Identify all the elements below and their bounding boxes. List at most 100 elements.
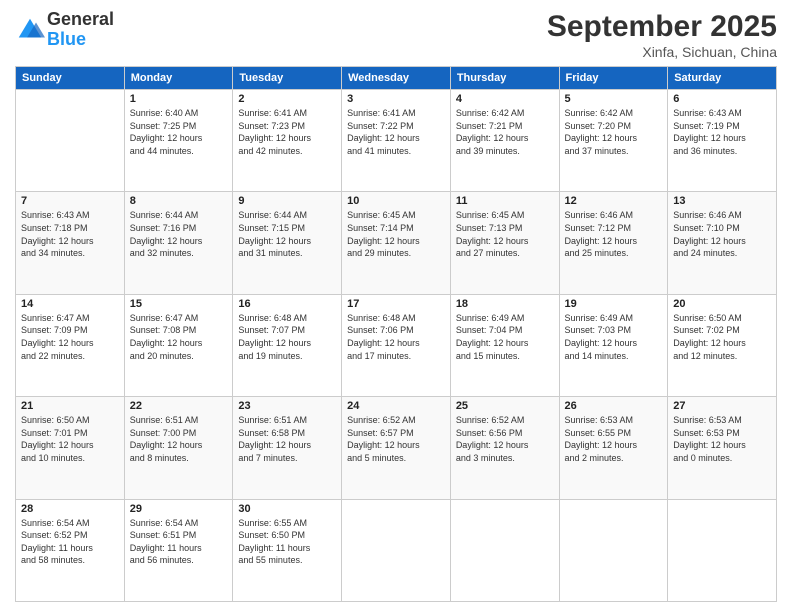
- day-info: Sunrise: 6:46 AM Sunset: 7:10 PM Dayligh…: [673, 209, 771, 259]
- day-number: 2: [238, 93, 336, 105]
- day-info: Sunrise: 6:47 AM Sunset: 7:09 PM Dayligh…: [21, 312, 119, 362]
- day-info: Sunrise: 6:40 AM Sunset: 7:25 PM Dayligh…: [130, 107, 228, 157]
- day-number: 13: [673, 195, 771, 207]
- day-number: 7: [21, 195, 119, 207]
- day-number: 21: [21, 400, 119, 412]
- day-number: 24: [347, 400, 445, 412]
- day-info: Sunrise: 6:51 AM Sunset: 6:58 PM Dayligh…: [238, 414, 336, 464]
- calendar-cell: 13 Sunrise: 6:46 AM Sunset: 7:10 PM Dayli…: [668, 192, 777, 294]
- page: General Blue September 2025 Xinfa, Sichu…: [0, 0, 792, 612]
- calendar-cell: 28 Sunrise: 6:54 AM Sunset: 6:52 PM Dayli…: [16, 499, 125, 601]
- day-number: 11: [456, 195, 554, 207]
- col-header-monday: Monday: [124, 67, 233, 90]
- day-info: Sunrise: 6:48 AM Sunset: 7:06 PM Dayligh…: [347, 312, 445, 362]
- calendar-cell: 30Sunrise: 6:55 AM Sunset: 6:50 PM Dayli…: [233, 499, 342, 601]
- calendar-cell: 14 Sunrise: 6:47 AM Sunset: 7:09 PM Dayli…: [16, 294, 125, 396]
- day-number: 22: [130, 400, 228, 412]
- day-number: 1: [130, 93, 228, 105]
- day-info: Sunrise: 6:53 AM Sunset: 6:53 PM Dayligh…: [673, 414, 771, 464]
- logo-icon: [15, 15, 45, 45]
- calendar-cell: [342, 499, 451, 601]
- day-info: Sunrise: 6:44 AM Sunset: 7:16 PM Dayligh…: [130, 209, 228, 259]
- day-number: 10: [347, 195, 445, 207]
- day-info: Sunrise: 6:43 AM Sunset: 7:18 PM Dayligh…: [21, 209, 119, 259]
- calendar-cell: 15 Sunrise: 6:47 AM Sunset: 7:08 PM Dayli…: [124, 294, 233, 396]
- calendar-cell: [668, 499, 777, 601]
- day-number: 5: [565, 93, 663, 105]
- calendar-cell: [16, 90, 125, 192]
- calendar-cell: 23 Sunrise: 6:51 AM Sunset: 6:58 PM Dayli…: [233, 397, 342, 499]
- day-info: Sunrise: 6:50 AM Sunset: 7:01 PM Dayligh…: [21, 414, 119, 464]
- day-number: 26: [565, 400, 663, 412]
- calendar-cell: 6 Sunrise: 6:43 AM Sunset: 7:19 PM Daylig…: [668, 90, 777, 192]
- day-number: 29: [130, 503, 228, 515]
- col-header-tuesday: Tuesday: [233, 67, 342, 90]
- col-header-sunday: Sunday: [16, 67, 125, 90]
- day-info: Sunrise: 6:43 AM Sunset: 7:19 PM Dayligh…: [673, 107, 771, 157]
- calendar-cell: 3 Sunrise: 6:41 AM Sunset: 7:22 PM Daylig…: [342, 90, 451, 192]
- day-number: 9: [238, 195, 336, 207]
- calendar-cell: [559, 499, 668, 601]
- day-number: 28: [21, 503, 119, 515]
- day-number: 17: [347, 298, 445, 310]
- calendar-table: SundayMondayTuesdayWednesdayThursdayFrid…: [15, 66, 777, 602]
- day-info: Sunrise: 6:52 AM Sunset: 6:56 PM Dayligh…: [456, 414, 554, 464]
- day-number: 19: [565, 298, 663, 310]
- calendar-week-row: 28 Sunrise: 6:54 AM Sunset: 6:52 PM Dayli…: [16, 499, 777, 601]
- day-info: Sunrise: 6:49 AM Sunset: 7:03 PM Dayligh…: [565, 312, 663, 362]
- day-info: Sunrise: 6:41 AM Sunset: 7:23 PM Dayligh…: [238, 107, 336, 157]
- logo: General Blue: [15, 10, 114, 50]
- day-number: 23: [238, 400, 336, 412]
- calendar-cell: 16 Sunrise: 6:48 AM Sunset: 7:07 PM Dayli…: [233, 294, 342, 396]
- calendar-cell: 9 Sunrise: 6:44 AM Sunset: 7:15 PM Daylig…: [233, 192, 342, 294]
- col-header-wednesday: Wednesday: [342, 67, 451, 90]
- day-number: 4: [456, 93, 554, 105]
- day-info: Sunrise: 6:42 AM Sunset: 7:20 PM Dayligh…: [565, 107, 663, 157]
- calendar-cell: 5 Sunrise: 6:42 AM Sunset: 7:20 PM Daylig…: [559, 90, 668, 192]
- day-info: Sunrise: 6:45 AM Sunset: 7:14 PM Dayligh…: [347, 209, 445, 259]
- day-number: 27: [673, 400, 771, 412]
- day-number: 12: [565, 195, 663, 207]
- calendar-cell: 1 Sunrise: 6:40 AM Sunset: 7:25 PM Daylig…: [124, 90, 233, 192]
- day-number: 14: [21, 298, 119, 310]
- day-info: Sunrise: 6:50 AM Sunset: 7:02 PM Dayligh…: [673, 312, 771, 362]
- day-info: Sunrise: 6:49 AM Sunset: 7:04 PM Dayligh…: [456, 312, 554, 362]
- day-number: 18: [456, 298, 554, 310]
- logo-text: General Blue: [47, 10, 114, 50]
- calendar-cell: 8Sunrise: 6:44 AM Sunset: 7:16 PM Daylig…: [124, 192, 233, 294]
- month-title: September 2025: [547, 10, 777, 44]
- day-info: Sunrise: 6:44 AM Sunset: 7:15 PM Dayligh…: [238, 209, 336, 259]
- calendar-header-row: SundayMondayTuesdayWednesdayThursdayFrid…: [16, 67, 777, 90]
- day-number: 15: [130, 298, 228, 310]
- calendar-cell: 2 Sunrise: 6:41 AM Sunset: 7:23 PM Daylig…: [233, 90, 342, 192]
- title-block: September 2025 Xinfa, Sichuan, China: [547, 10, 777, 60]
- calendar-cell: 11Sunrise: 6:45 AM Sunset: 7:13 PM Dayli…: [450, 192, 559, 294]
- calendar-cell: 17 Sunrise: 6:48 AM Sunset: 7:06 PM Dayli…: [342, 294, 451, 396]
- logo-general: General: [47, 10, 114, 30]
- col-header-thursday: Thursday: [450, 67, 559, 90]
- day-info: Sunrise: 6:42 AM Sunset: 7:21 PM Dayligh…: [456, 107, 554, 157]
- col-header-friday: Friday: [559, 67, 668, 90]
- calendar-cell: 21 Sunrise: 6:50 AM Sunset: 7:01 PM Dayli…: [16, 397, 125, 499]
- day-info: Sunrise: 6:41 AM Sunset: 7:22 PM Dayligh…: [347, 107, 445, 157]
- calendar-cell: 10 Sunrise: 6:45 AM Sunset: 7:14 PM Dayli…: [342, 192, 451, 294]
- calendar-week-row: 21 Sunrise: 6:50 AM Sunset: 7:01 PM Dayli…: [16, 397, 777, 499]
- day-info: Sunrise: 6:54 AM Sunset: 6:52 PM Dayligh…: [21, 517, 119, 567]
- calendar-cell: 20 Sunrise: 6:50 AM Sunset: 7:02 PM Dayli…: [668, 294, 777, 396]
- day-number: 3: [347, 93, 445, 105]
- day-number: 20: [673, 298, 771, 310]
- logo-blue: Blue: [47, 30, 114, 50]
- calendar-week-row: 1 Sunrise: 6:40 AM Sunset: 7:25 PM Daylig…: [16, 90, 777, 192]
- day-info: Sunrise: 6:53 AM Sunset: 6:55 PM Dayligh…: [565, 414, 663, 464]
- day-info: Sunrise: 6:48 AM Sunset: 7:07 PM Dayligh…: [238, 312, 336, 362]
- calendar-cell: 25Sunrise: 6:52 AM Sunset: 6:56 PM Dayli…: [450, 397, 559, 499]
- calendar-cell: [450, 499, 559, 601]
- calendar-cell: 27 Sunrise: 6:53 AM Sunset: 6:53 PM Dayli…: [668, 397, 777, 499]
- calendar-cell: 19 Sunrise: 6:49 AM Sunset: 7:03 PM Dayli…: [559, 294, 668, 396]
- day-info: Sunrise: 6:52 AM Sunset: 6:57 PM Dayligh…: [347, 414, 445, 464]
- calendar-cell: 24 Sunrise: 6:52 AM Sunset: 6:57 PM Dayli…: [342, 397, 451, 499]
- day-info: Sunrise: 6:47 AM Sunset: 7:08 PM Dayligh…: [130, 312, 228, 362]
- day-info: Sunrise: 6:54 AM Sunset: 6:51 PM Dayligh…: [130, 517, 228, 567]
- day-number: 16: [238, 298, 336, 310]
- day-number: 6: [673, 93, 771, 105]
